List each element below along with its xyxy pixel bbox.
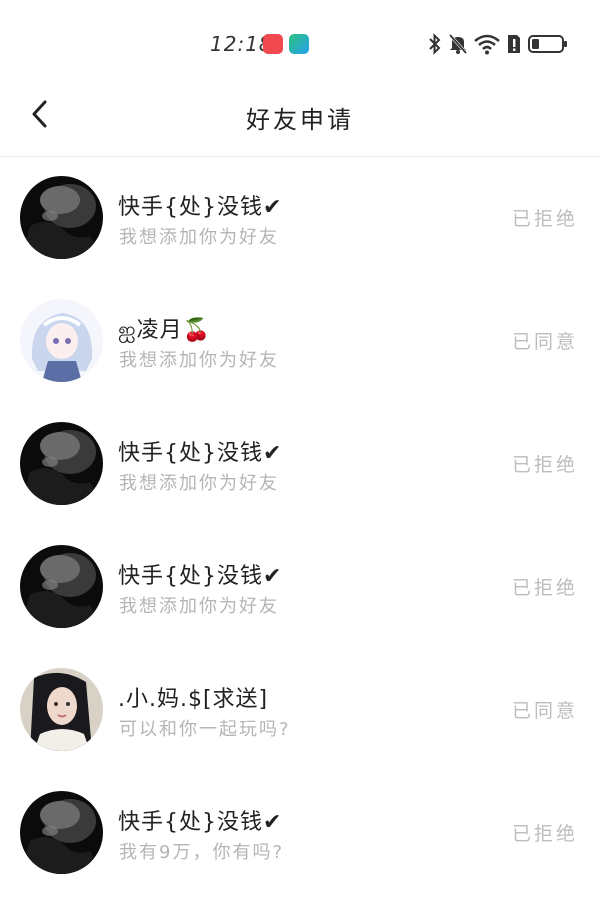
friend-request-item[interactable]: 快手{处}没钱✔ 我有9万，你有吗? 已拒绝 <box>0 772 600 895</box>
friend-request-item[interactable]: 快手{处}没钱✔ 我想添加你为好友 已拒绝 <box>0 157 600 280</box>
request-message: 我有9万，你有吗? <box>119 842 285 863</box>
friend-request-item[interactable]: ஐ凌月🍒 我想添加你为好友 已同意 <box>0 280 600 403</box>
friend-request-item[interactable]: 快手{处}没钱✔ 我想添加你为好友 已拒绝 <box>0 526 600 649</box>
avatar[interactable] <box>20 422 103 505</box>
request-message: 可以和你一起玩吗? <box>119 719 291 740</box>
request-status: 已拒绝 <box>511 208 578 230</box>
friend-request-list: 快手{处}没钱✔ 我想添加你为好友 已拒绝 ஐ凌月🍒 我想添加你为好友 已同意 <box>0 157 600 895</box>
bluetooth-icon <box>428 33 442 55</box>
request-name: 快手{处}没钱✔ <box>118 441 283 466</box>
friend-request-item[interactable]: .小.妈.$[求送] 可以和你一起玩吗? 已同意 <box>0 649 600 772</box>
request-status: 已同意 <box>511 700 578 722</box>
battery-icon <box>528 33 568 55</box>
alert-sim-icon <box>506 33 522 55</box>
mute-icon <box>448 33 468 55</box>
request-message: 我想添加你为好友 <box>119 227 279 248</box>
avatar[interactable] <box>20 299 103 382</box>
friend-request-item[interactable]: 快手{处}没钱✔ 我想添加你为好友 已拒绝 <box>0 403 600 526</box>
request-status: 已拒绝 <box>511 454 578 476</box>
friend-requests-screen: 12:18 好友申请 快手{处}没钱✔ 我想添加你为好友 已拒绝 ஐ凌月🍒 我想… <box>0 0 600 921</box>
request-message: 我想添加你为好友 <box>119 473 279 494</box>
avatar[interactable] <box>20 668 103 751</box>
avatar[interactable] <box>20 545 103 628</box>
notification-app-icon <box>263 34 283 54</box>
avatar[interactable] <box>20 791 103 874</box>
request-status: 已拒绝 <box>511 577 578 599</box>
request-name: 快手{处}没钱✔ <box>118 564 283 589</box>
request-name: ஐ凌月🍒 <box>118 318 212 343</box>
request-message: 我想添加你为好友 <box>119 350 279 371</box>
page-title: 好友申请 <box>246 106 354 134</box>
request-name: 快手{处}没钱✔ <box>118 195 283 220</box>
request-status: 已拒绝 <box>511 823 578 845</box>
request-status: 已同意 <box>511 331 578 353</box>
request-name: 快手{处}没钱✔ <box>118 810 283 835</box>
wifi-icon <box>474 33 500 55</box>
request-name: .小.妈.$[求送] <box>118 687 269 712</box>
status-icons <box>428 33 568 55</box>
header: 好友申请 <box>0 82 600 157</box>
notification-app-icon <box>289 34 309 54</box>
avatar[interactable] <box>20 176 103 259</box>
request-message: 我想添加你为好友 <box>119 596 279 617</box>
status-bar: 12:18 <box>0 0 600 82</box>
